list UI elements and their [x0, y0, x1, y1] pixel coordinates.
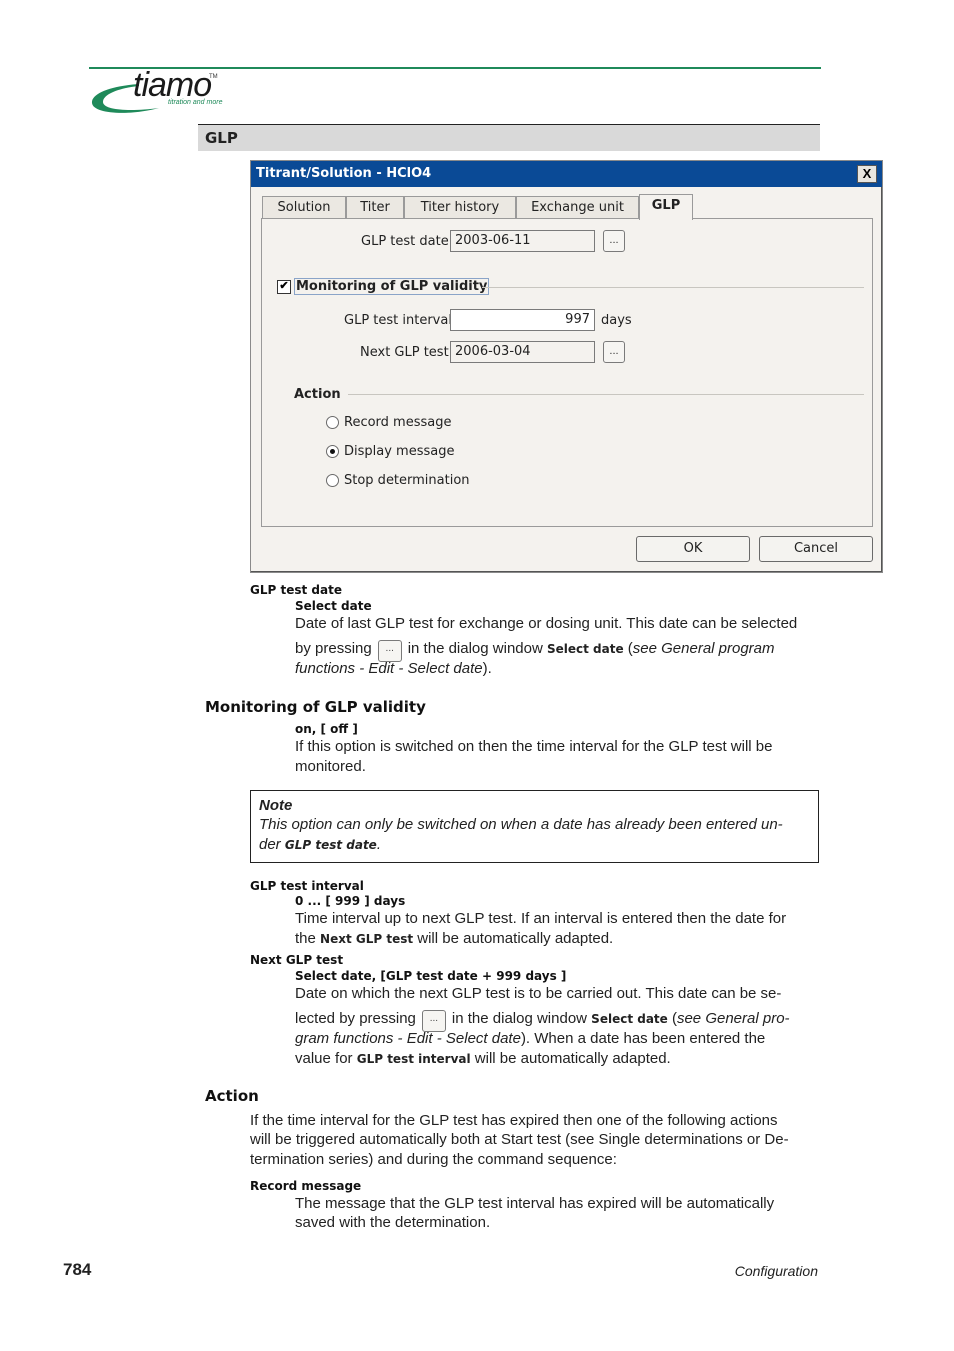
bold-ref: GLP test date — [284, 838, 377, 852]
close-icon: X — [862, 166, 872, 181]
text: value for — [295, 1050, 353, 1067]
titrant-solution-dialog: Titrant/Solution - HClO4 X Solution Tite… — [250, 160, 883, 573]
desc-next-glp-test-4: value for GLP test interval will be auto… — [295, 1049, 671, 1069]
glp-test-date-label: GLP test date — [361, 234, 449, 249]
text: in the dialog window — [451, 1010, 587, 1027]
logo-tagline: titration and more — [168, 99, 223, 106]
glp-test-interval-label: GLP test interval — [344, 313, 452, 328]
value-glp-test-interval: 0 ... [ 999 ] days — [295, 894, 406, 908]
radio-stop-determination[interactable] — [326, 474, 339, 487]
ellipsis-icon: ... — [609, 345, 619, 357]
desc-glp-test-interval-2: the Next GLP test will be automatically … — [295, 929, 613, 949]
term-record-message: Record message — [250, 1179, 362, 1193]
dialog-title: Titrant/Solution - HClO4 — [256, 166, 432, 181]
desc-action-3: termination series) and during the comma… — [250, 1151, 617, 1168]
stop-determination-label[interactable]: Stop determination — [344, 473, 470, 488]
logo-trademark: TM — [209, 74, 218, 80]
next-glp-test-select-button[interactable]: ... — [603, 341, 625, 363]
bold-ref: Next GLP test — [320, 932, 414, 946]
radio-display-message[interactable] — [326, 445, 339, 458]
glp-test-date-field[interactable]: 2003-06-11 — [450, 230, 595, 252]
note-line-2: der GLP test date. — [259, 835, 381, 855]
desc-action-1: If the time interval for the GLP test ha… — [250, 1112, 778, 1129]
text: der — [259, 836, 281, 853]
display-message-label[interactable]: Display message — [344, 444, 454, 459]
action-group-label: Action — [294, 387, 341, 402]
text: lected by pressing — [295, 1010, 416, 1027]
cancel-button[interactable]: Cancel — [759, 536, 873, 562]
desc-monitoring-1: If this option is switched on then the t… — [295, 738, 773, 755]
ellipsis-icon: ... — [609, 234, 619, 246]
text: will be automatically adapted. — [474, 1050, 671, 1067]
value-glp-test-date: Select date — [295, 599, 372, 613]
note-title: Note — [259, 797, 293, 814]
bold-ref: Select date — [591, 1012, 668, 1026]
text: will be automatically adapted. — [417, 930, 614, 947]
desc-glp-test-date-1: Date of last GLP test for exchange or do… — [295, 615, 798, 632]
desc-glp-test-interval-1: Time interval up to next GLP test. If an… — [295, 910, 787, 927]
italic-ref: see General pro- — [676, 1010, 790, 1027]
glp-test-date-select-button[interactable]: ... — [603, 230, 625, 252]
text: the — [295, 930, 316, 947]
term-glp-test-date: GLP test date — [250, 583, 342, 597]
glp-test-interval-unit: days — [601, 313, 632, 328]
heading-monitoring: Monitoring of GLP validity — [205, 698, 426, 716]
glp-panel: GLP test date 2003-06-11 ... ✔ Monitorin… — [261, 218, 873, 527]
text: ). — [482, 660, 492, 677]
note-line-1: This option can only be switched on when… — [259, 816, 783, 833]
desc-record-message-1: The message that the GLP test interval h… — [295, 1195, 775, 1212]
action-separator — [348, 394, 864, 395]
next-glp-test-field[interactable]: 2006-03-04 — [450, 341, 595, 363]
desc-record-message-2: saved with the determination. — [295, 1214, 491, 1231]
term-glp-test-interval: GLP test interval — [250, 879, 364, 893]
text: . — [376, 836, 381, 853]
desc-next-glp-test-3: gram functions - Edit - Select date). Wh… — [295, 1029, 765, 1049]
tab-titer-history[interactable]: Titer history — [404, 196, 516, 218]
bold-ref: Select date — [546, 642, 624, 656]
monitoring-separator — [482, 287, 864, 288]
term-next-glp-test: Next GLP test — [250, 953, 344, 967]
tab-titer[interactable]: Titer — [346, 196, 404, 218]
checkmark-icon: ✔ — [279, 280, 289, 292]
footer-section: Configuration — [734, 1263, 818, 1279]
dialog-titlebar: Titrant/Solution - HClO4 X — [251, 161, 882, 187]
section-title: GLP — [205, 129, 238, 147]
italic-ref: functions - Edit - Select date — [295, 660, 483, 677]
glp-test-interval-field[interactable]: 997 — [450, 309, 595, 331]
italic-ref: gram functions - Edit - Select date — [295, 1030, 521, 1047]
desc-monitoring-2: monitored. — [295, 758, 366, 775]
section-title-bar: GLP — [198, 124, 820, 151]
tab-exchange-unit[interactable]: Exchange unit — [516, 196, 639, 218]
next-glp-test-label: Next GLP test — [360, 345, 449, 360]
tab-glp[interactable]: GLP — [639, 194, 693, 220]
desc-glp-test-date-3: functions - Edit - Select date). — [295, 659, 492, 679]
value-monitoring: on, [ off ] — [295, 722, 358, 736]
monitoring-checkbox[interactable]: ✔ — [277, 280, 291, 294]
italic-ref: see General program — [632, 640, 775, 657]
text: by pressing — [295, 640, 372, 657]
page-number: 784 — [63, 1260, 92, 1279]
monitoring-label[interactable]: Monitoring of GLP validity — [294, 278, 490, 295]
text: in the dialog window — [407, 640, 543, 657]
close-button[interactable]: X — [857, 165, 877, 183]
record-message-label[interactable]: Record message — [344, 415, 451, 430]
text: ). When a date has been entered the — [520, 1030, 766, 1047]
note-box: Note This option can only be switched on… — [250, 790, 819, 863]
tab-solution[interactable]: Solution — [262, 196, 346, 218]
desc-next-glp-test-1: Date on which the next GLP test is to be… — [295, 985, 782, 1002]
desc-action-2: will be triggered automatically both at … — [250, 1131, 789, 1148]
heading-action: Action — [205, 1087, 259, 1105]
ok-button[interactable]: OK — [636, 536, 750, 562]
radio-record-message[interactable] — [326, 416, 339, 429]
bold-ref: GLP test interval — [356, 1052, 471, 1066]
value-next-glp-test: Select date, [GLP test date + 999 days ] — [295, 969, 567, 983]
